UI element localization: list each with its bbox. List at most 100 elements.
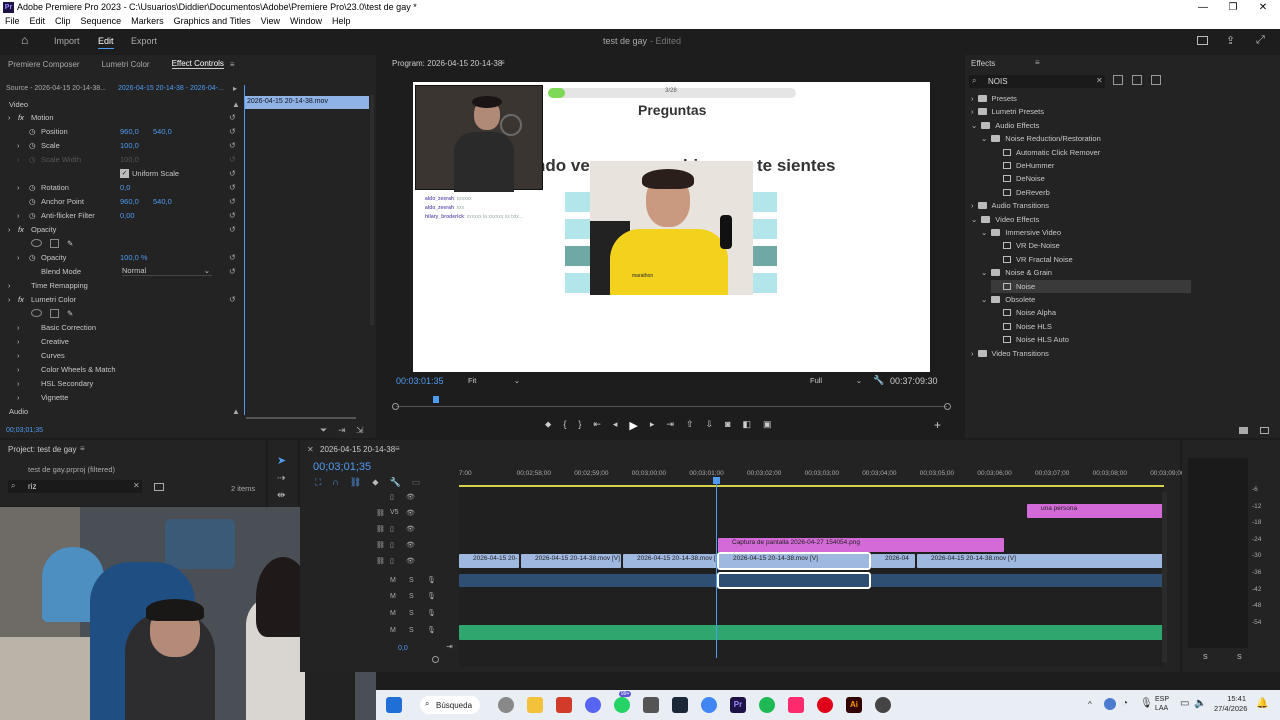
lumetri-item[interactable]: › Basic Correction [0,320,240,334]
menu-window[interactable]: Window [285,15,327,29]
antiflicker-value[interactable]: 0,00 [120,211,135,220]
lumetri-item[interactable]: › Color Wheels & Match [0,362,240,376]
tab-export[interactable]: Export [131,36,157,46]
filter-icon[interactable]: ⏷ [320,425,327,436]
microphone-tray-icon[interactable]: 🎙 [1140,698,1153,709]
tab-effect-controls[interactable]: Effect Controls [171,59,224,69]
rectangle-mask-icon[interactable] [50,308,59,318]
clock[interactable]: 15:41 27/4/2026 [1214,694,1247,714]
effects-tree-item[interactable]: Automatic Click Remover [991,146,1100,159]
restore-button[interactable]: ❐ [1218,0,1248,15]
panel-menu-icon[interactable]: ≡ [230,60,235,69]
program-playhead[interactable] [433,396,439,403]
tiktok-icon[interactable] [788,697,804,713]
menu-markers[interactable]: Markers [126,15,169,29]
effects-tree-item[interactable]: ⌄ Audio Effects [971,119,1039,132]
tab-lumetri-color[interactable]: Lumetri Color [102,60,150,69]
fit-select[interactable]: Fit ⌄ [468,376,520,385]
mark-out-icon[interactable]: } [578,419,581,432]
reset-icon[interactable]: ↺ [229,127,236,136]
go-to-out-icon[interactable]: ⇥ [666,419,674,432]
go-to-end-icon[interactable]: ⇥ [446,642,453,651]
mark-in-icon[interactable]: { [563,419,566,432]
microphone-icon[interactable]: 🎙 [427,592,436,600]
menu-help[interactable]: Help [327,15,356,29]
effects-tree-item[interactable]: ⌄ Noise Reduction/Restoration [981,132,1101,145]
lumetri-item[interactable]: › Vignette [0,390,240,404]
eye-icon[interactable]: 👁 [406,557,415,565]
solo-right[interactable]: S [1237,654,1242,661]
video-clip[interactable]: 2026-04-15 20-14-38.mov [ [623,554,717,568]
rotation-value[interactable]: 0,0 [120,183,130,192]
tab-import[interactable]: Import [54,36,80,46]
mute-button[interactable]: M [390,577,396,584]
effects-tree-item[interactable]: › Presets [971,92,1017,105]
timeline-playhead[interactable] [716,478,717,658]
program-timecode[interactable]: 00:03:01:35 [396,376,444,386]
illustrator-icon[interactable]: Ai [846,697,862,713]
panel-menu-icon[interactable]: ≡ [80,444,85,453]
opera-icon[interactable] [817,697,833,713]
stopwatch-icon[interactable]: ◷ [29,197,36,206]
volume-icon[interactable]: 🔈 [1194,698,1206,709]
workspaces-icon[interactable] [1197,36,1208,45]
reset-icon[interactable]: ↺ [229,197,236,206]
playhead-handle[interactable] [713,477,720,484]
effects-tree-item[interactable]: Noise [991,279,1191,293]
mute-button[interactable]: M [390,593,396,600]
scrubber-start-handle[interactable] [392,403,399,410]
audio-clip-music[interactable] [459,625,1163,640]
steam-icon[interactable] [672,697,688,713]
compare-icon[interactable]: ◧ [743,419,752,432]
effects-tree-item[interactable]: ⌄ Video Effects [971,213,1039,226]
go-to-in-icon[interactable]: ⇤ [593,419,601,432]
effects-tree-item[interactable]: ⌄ Noise & Grain [981,266,1052,279]
reset-icon[interactable]: ↺ [229,211,236,220]
clear-search-icon[interactable]: ✕ [1096,76,1103,85]
close-tab-icon[interactable]: ✕ [307,445,314,454]
accelerated-effects-icon[interactable] [1113,75,1123,85]
taskbar-search[interactable]: ⌕ Búsqueda [420,696,480,714]
export-frame-icon[interactable]: ⇥ [338,425,346,436]
effects-tree-item[interactable]: › Video Transitions [971,347,1049,360]
ripple-icon[interactable]: ⇲ [356,425,364,436]
ec-zoom-slider[interactable] [246,417,356,419]
effects-search-box[interactable]: ⌕ NOIS ✕ [969,75,1105,88]
reset-icon[interactable]: ↺ [229,183,236,192]
extract-icon[interactable]: ⇩ [706,419,714,432]
ripple-edit-tool-icon[interactable]: ⇹ [277,490,285,501]
stopwatch-icon[interactable]: ◷ [29,183,36,192]
solo-button[interactable]: S [409,577,414,584]
panel-menu-icon[interactable]: ≡ [1035,58,1040,67]
reset-icon[interactable]: ↺ [229,113,236,122]
language-indicator[interactable]: ESP LAA [1155,695,1169,713]
snap-icon[interactable]: ∩ [332,477,338,488]
discord-icon[interactable] [585,697,601,713]
captions-icon[interactable]: ▭ [412,477,421,488]
linked-selection-icon[interactable]: ⛓ [350,477,361,488]
recording-app-icon[interactable] [556,697,572,713]
timeline-vertical-scrollbar[interactable] [1162,492,1167,662]
premiere-taskbar-icon[interactable]: Pr [730,697,746,713]
wifi-icon[interactable]: ◔ [1122,698,1128,709]
onedrive-icon[interactable] [1104,698,1116,710]
solo-button[interactable]: S [409,627,414,634]
ellipse-mask-icon[interactable] [31,239,42,247]
collapse-icon[interactable]: ▲ [232,407,240,416]
timeline-timecode[interactable]: 00;03;01;35 [313,461,371,473]
display-icon[interactable]: ▭ [1180,698,1189,709]
eye-icon[interactable]: 👁 [406,525,415,533]
delete-icon[interactable] [1260,427,1269,434]
menu-edit[interactable]: Edit [25,15,51,29]
clear-search-icon[interactable]: ✕ [133,481,140,490]
lift-icon[interactable]: ⇧ [686,419,694,432]
clip-una-persona[interactable]: una persona [1027,504,1163,518]
effects-tree-item[interactable]: › Audio Transitions [971,199,1049,212]
video-clip[interactable]: 2026-04-15 20-14-38.mov [V] [521,554,621,568]
reset-icon[interactable]: ↺ [229,141,236,150]
menu-graphics-and-titles[interactable]: Graphics and Titles [169,15,256,29]
pen-mask-icon[interactable]: ✎ [67,309,73,318]
add-button-icon[interactable]: + [934,418,941,432]
sequence-tab[interactable]: 2026-04-15 20-14-38 [320,445,395,454]
calculator-icon[interactable] [643,697,659,713]
